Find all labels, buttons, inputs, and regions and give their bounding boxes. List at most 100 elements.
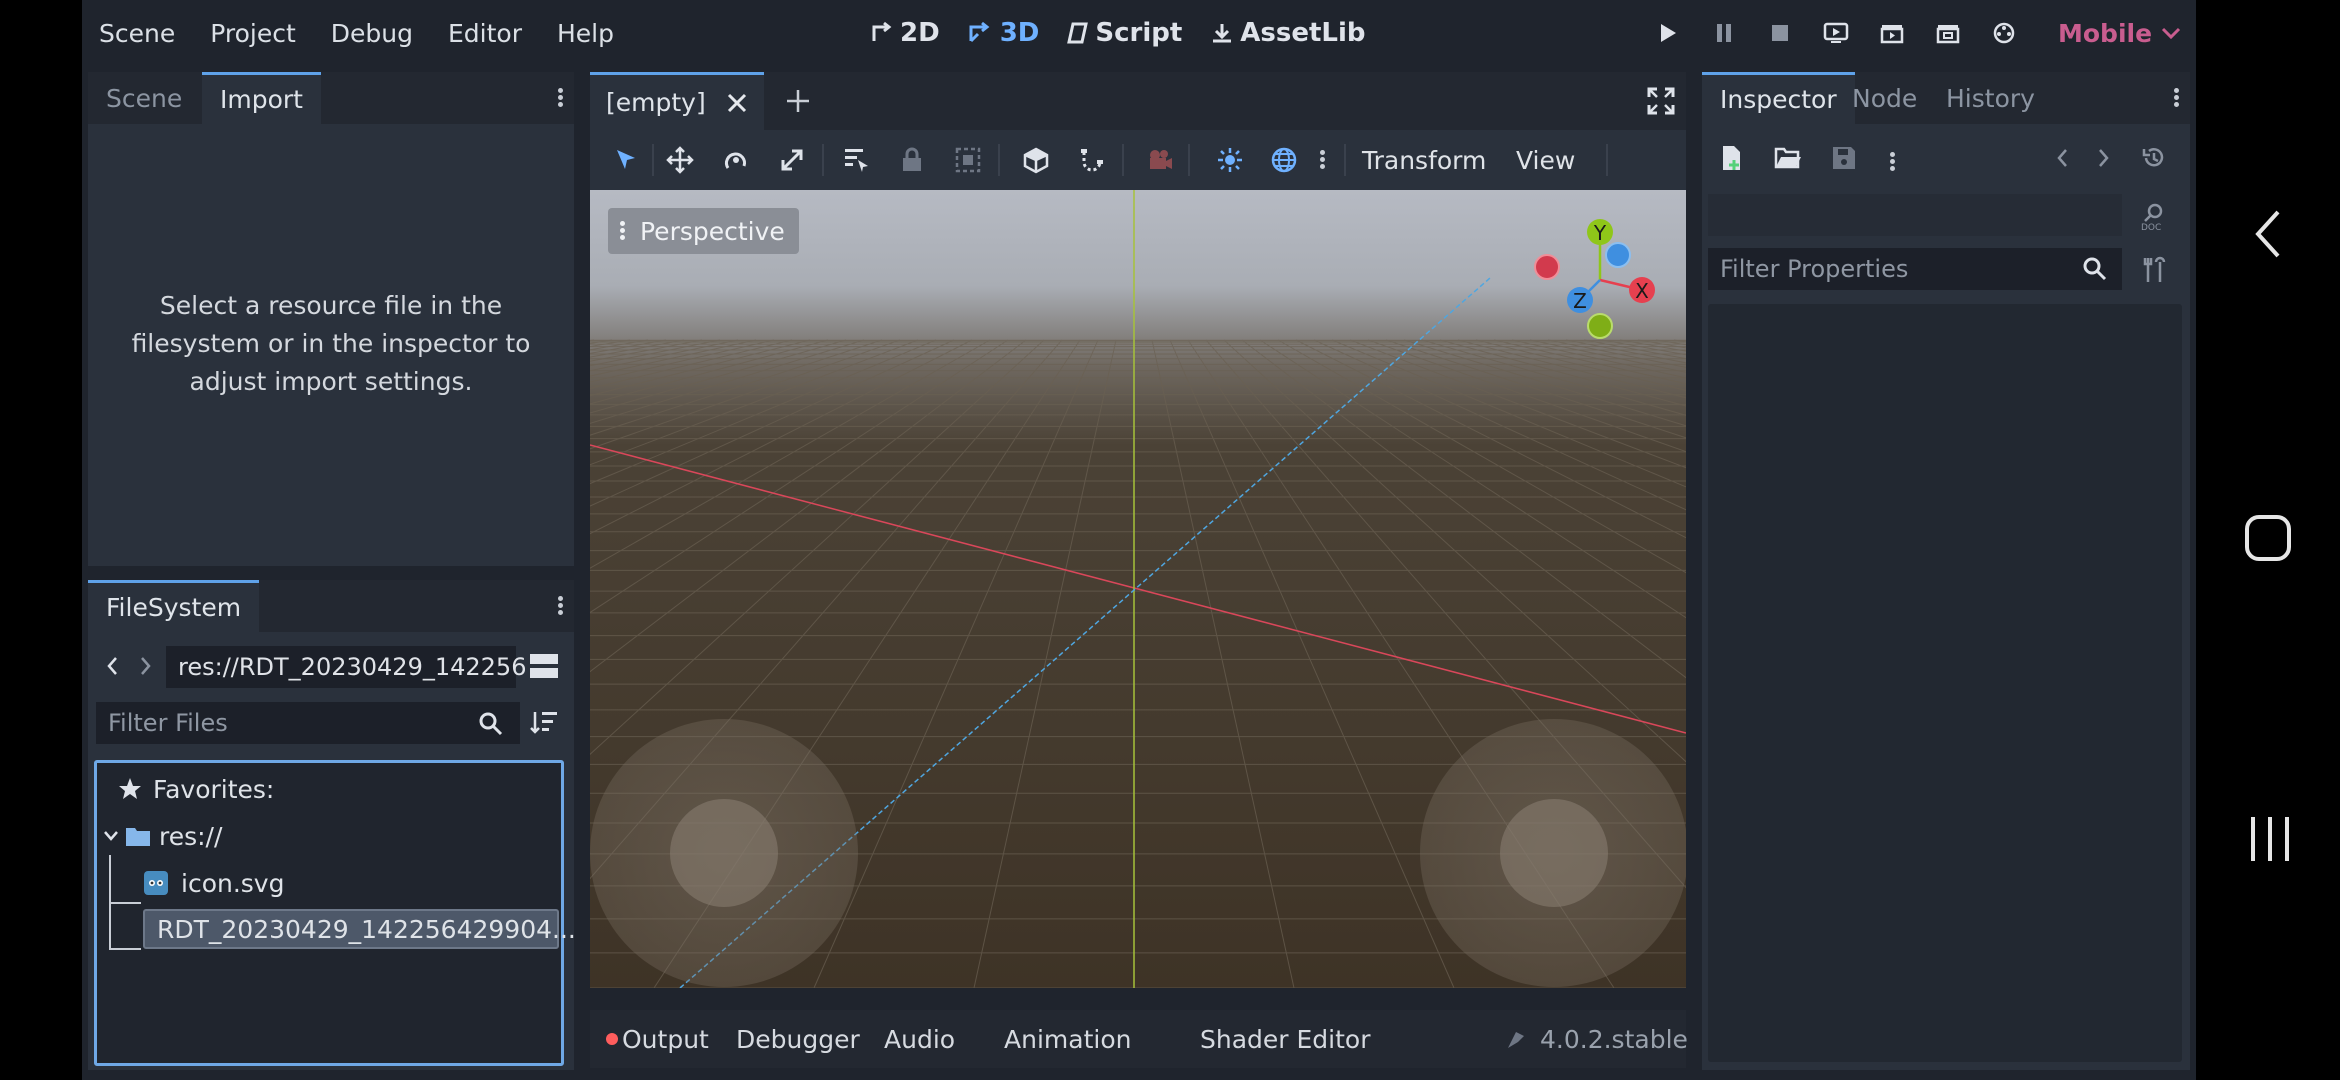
tab-import[interactable]: Import (202, 72, 321, 124)
scene-tab-empty[interactable]: [empty] (590, 72, 764, 130)
res-root-row[interactable]: res:// (103, 816, 222, 856)
doc-search-icon: DOC (2141, 203, 2163, 231)
stop-button[interactable] (1752, 0, 1808, 66)
preview-camera-button[interactable] (1140, 140, 1180, 180)
nav-forward-button[interactable] (126, 646, 166, 686)
fullscreen-icon[interactable] (1646, 86, 1676, 116)
sun-preview-button[interactable] (1210, 140, 1250, 180)
tab-animation[interactable]: Animation (1004, 1010, 1131, 1068)
tree-lines (109, 855, 141, 950)
load-resource-button[interactable] (1768, 138, 1808, 178)
new-resource-button[interactable] (1712, 138, 1752, 178)
mode-assetlib-button[interactable]: AssetLib (1210, 18, 1366, 48)
scale-mode-button[interactable] (772, 140, 812, 180)
select-mode-button[interactable] (606, 140, 646, 180)
filesystem-menu-icon[interactable] (556, 594, 564, 618)
search-icon (479, 712, 503, 736)
tab-scene[interactable]: Scene (88, 72, 200, 124)
mode-2d-button[interactable]: 2D (870, 18, 940, 48)
left-joystick-knob[interactable] (670, 799, 778, 907)
tab-inspector[interactable]: Inspector (1702, 72, 1855, 124)
recent-apps-icon[interactable] (2248, 814, 2292, 864)
object-path-field[interactable] (1708, 194, 2122, 236)
history-back-button[interactable] (2042, 138, 2082, 178)
camera-icon (1150, 150, 1172, 169)
snap-button[interactable] (1072, 140, 1112, 180)
tab-output[interactable]: Output (606, 1010, 709, 1068)
spatial-editor-toolbar: Transform View (590, 130, 1686, 190)
tab-filesystem[interactable]: FileSystem (88, 580, 260, 632)
play-icon (1661, 24, 1676, 42)
view-menu[interactable]: View (1516, 130, 1575, 190)
save-resource-button[interactable] (1824, 138, 1864, 178)
3d-viewport[interactable]: Y X Z Perspective (590, 190, 1686, 988)
search-icon (2083, 257, 2107, 281)
gizmo-y-label: Y (1593, 221, 1607, 245)
toolbar-separator (998, 144, 1000, 176)
tab-debugger[interactable]: Debugger (736, 1010, 860, 1068)
play-button[interactable] (1640, 0, 1696, 66)
sort-files-button[interactable] (524, 702, 564, 742)
play-scene-button[interactable] (1864, 0, 1920, 66)
movie-maker-button[interactable] (1976, 0, 2032, 66)
history-forward-button[interactable] (2084, 138, 2124, 178)
favorites-row[interactable]: Favorites: (117, 769, 274, 809)
close-icon[interactable] (726, 92, 748, 114)
import-message: Select a resource file in the filesystem… (131, 291, 531, 396)
menu-help[interactable]: Help (557, 19, 614, 48)
file-row-selected[interactable]: RDT_20230429_142256429904... (143, 909, 576, 949)
group-button[interactable] (948, 140, 988, 180)
toolbar-separator (822, 144, 824, 176)
lock-button[interactable] (892, 140, 932, 180)
filter-files-input[interactable]: Filter Files (96, 702, 520, 744)
remote-debug-icon (1823, 22, 1849, 43)
ruler-mode-button[interactable] (836, 140, 876, 180)
main-menu: Scene Project Debug Editor Help (82, 0, 632, 66)
dock-menu-icon[interactable] (556, 86, 564, 110)
tab-node[interactable]: Node (1834, 72, 1935, 124)
file-row-icon-svg[interactable]: icon.svg (143, 863, 284, 903)
inspector-tools-button[interactable] (2134, 250, 2174, 290)
add-tab-icon[interactable] (784, 87, 812, 115)
resource-more-icon[interactable] (1888, 150, 1896, 174)
filesystem-tabs: FileSystem (88, 580, 574, 632)
sun-icon (1218, 148, 1242, 172)
remote-debug-button[interactable] (1808, 0, 1864, 66)
cube-icon (1023, 147, 1049, 174)
rotate-mode-button[interactable] (716, 140, 756, 180)
toolbar-more-icon[interactable] (1318, 148, 1326, 172)
inspector-menu-icon[interactable] (2172, 86, 2180, 110)
filesystem-path-field[interactable]: res://RDT_20230429_142256 (166, 646, 526, 688)
tab-shader-editor[interactable]: Shader Editor (1200, 1010, 1371, 1068)
menu-editor[interactable]: Editor (448, 19, 522, 48)
perspective-menu[interactable]: Perspective (608, 208, 799, 254)
transform-menu[interactable]: Transform (1362, 130, 1486, 190)
back-icon[interactable] (2252, 208, 2284, 260)
move-mode-button[interactable] (660, 140, 700, 180)
environment-preview-button[interactable] (1264, 140, 1304, 180)
group-icon (955, 147, 981, 173)
tab-history[interactable]: History (1928, 72, 2053, 124)
snap-magnet-icon (1081, 149, 1103, 172)
mode-script-button[interactable]: Script (1067, 18, 1182, 48)
filter-properties-input[interactable]: Filter Properties (1708, 248, 2122, 290)
right-joystick-knob[interactable] (1500, 799, 1608, 907)
stop-icon (1772, 25, 1788, 41)
menu-debug[interactable]: Debug (331, 19, 413, 48)
pause-icon (1717, 24, 1731, 42)
pause-button[interactable] (1696, 0, 1752, 66)
menu-project[interactable]: Project (210, 19, 296, 48)
menu-scene[interactable]: Scene (99, 19, 175, 48)
new-file-icon (1723, 146, 1740, 170)
mode-3d-button[interactable]: 3D (968, 18, 1039, 48)
local-space-button[interactable] (1016, 140, 1056, 180)
3d-icon (969, 21, 990, 43)
play-custom-scene-button[interactable] (1920, 0, 1976, 66)
object-history-button[interactable] (2134, 138, 2174, 178)
open-docs-button[interactable]: DOC (2134, 196, 2174, 236)
home-icon[interactable] (2244, 514, 2292, 562)
split-view-button[interactable] (524, 646, 564, 686)
tab-audio[interactable]: Audio (884, 1010, 955, 1068)
list-select-icon (845, 149, 868, 172)
renderer-selector[interactable]: Mobile (2058, 0, 2182, 66)
